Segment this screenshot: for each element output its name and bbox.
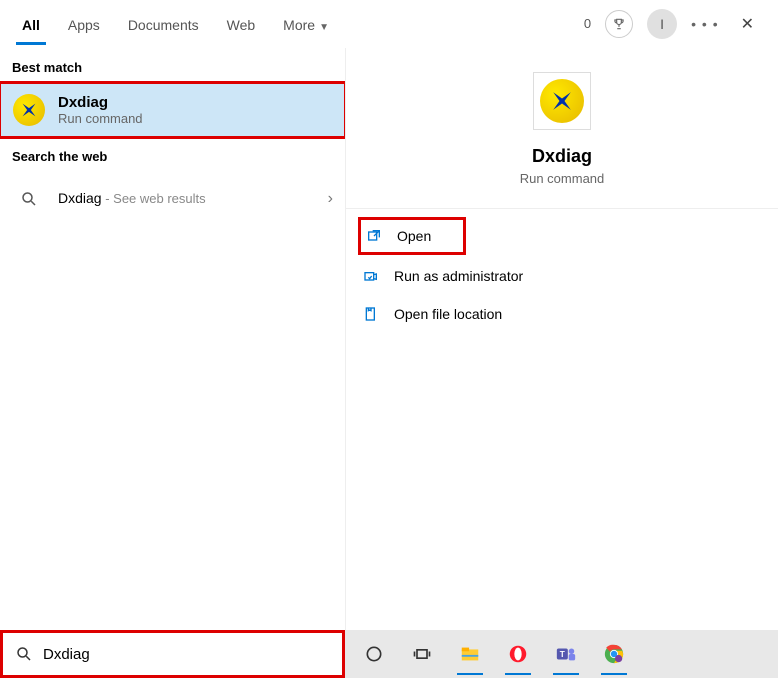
action-label: Run as administrator bbox=[394, 268, 523, 284]
tab-label: All bbox=[22, 17, 40, 33]
chevron-down-icon: ▼ bbox=[319, 22, 329, 33]
dxdiag-icon bbox=[12, 93, 46, 127]
action-open-location[interactable]: Open file location bbox=[346, 295, 778, 333]
opera-icon[interactable] bbox=[501, 637, 535, 671]
actions: Open Run as administrator Open file loca… bbox=[346, 215, 778, 333]
avatar-initial: I bbox=[660, 16, 664, 32]
chevron-right-icon: › bbox=[328, 190, 333, 208]
taskbar: T bbox=[345, 630, 778, 678]
teams-icon[interactable]: T bbox=[549, 637, 583, 671]
tab-more[interactable]: More ▼ bbox=[269, 5, 343, 43]
svg-text:T: T bbox=[560, 650, 565, 659]
preview-subtitle: Run command bbox=[520, 171, 605, 186]
tab-label: Apps bbox=[68, 17, 100, 33]
shield-icon bbox=[362, 267, 380, 285]
search-icon bbox=[12, 182, 46, 216]
tab-all[interactable]: All bbox=[8, 5, 54, 43]
web-result[interactable]: Dxdiag - See web results › bbox=[0, 172, 345, 226]
result-texts: Dxdiag Run command bbox=[58, 94, 143, 126]
search-input[interactable] bbox=[43, 646, 330, 663]
taskview-icon[interactable] bbox=[405, 637, 439, 671]
rewards-points: 0 bbox=[584, 16, 591, 31]
search-web-label: Search the web bbox=[0, 137, 345, 172]
tab-web[interactable]: Web bbox=[213, 5, 270, 43]
close-icon[interactable]: ✕ bbox=[733, 10, 762, 38]
web-result-title: Dxdiag - See web results bbox=[58, 190, 206, 206]
tab-apps[interactable]: Apps bbox=[54, 5, 114, 43]
tab-label: Documents bbox=[128, 17, 199, 33]
chrome-icon[interactable] bbox=[597, 637, 631, 671]
avatar[interactable]: I bbox=[647, 9, 677, 39]
dxdiag-icon bbox=[540, 79, 584, 123]
preview: Dxdiag Run command Open Run as administr… bbox=[346, 48, 778, 333]
header: All Apps Documents Web More ▼ 0 I • • • ✕ bbox=[0, 0, 778, 48]
search-box[interactable] bbox=[0, 630, 345, 678]
action-open[interactable]: Open bbox=[358, 217, 466, 255]
action-label: Open file location bbox=[394, 306, 502, 322]
explorer-icon[interactable] bbox=[453, 637, 487, 671]
open-icon bbox=[365, 227, 383, 245]
main: Best match Dxdiag Run command Search the… bbox=[0, 48, 778, 630]
bottom-bar: T bbox=[0, 630, 778, 678]
trophy-icon[interactable] bbox=[605, 10, 633, 38]
result-subtitle: Run command bbox=[58, 111, 143, 126]
web-result-term: Dxdiag bbox=[58, 190, 102, 206]
left-pane: Best match Dxdiag Run command Search the… bbox=[0, 48, 345, 630]
header-right: 0 I • • • ✕ bbox=[584, 9, 770, 39]
best-match-result[interactable]: Dxdiag Run command bbox=[0, 83, 345, 137]
tab-label: More bbox=[283, 17, 315, 33]
action-label: Open bbox=[397, 228, 431, 244]
preview-title: Dxdiag bbox=[532, 146, 592, 167]
cortana-icon[interactable] bbox=[357, 637, 391, 671]
action-run-admin[interactable]: Run as administrator bbox=[346, 257, 778, 295]
tabs: All Apps Documents Web More ▼ bbox=[8, 5, 343, 43]
tab-label: Web bbox=[227, 17, 256, 33]
preview-icon bbox=[533, 72, 591, 130]
ellipsis-icon[interactable]: • • • bbox=[691, 16, 718, 32]
folder-icon bbox=[362, 305, 380, 323]
result-texts: Dxdiag - See web results bbox=[58, 190, 206, 208]
best-match-label: Best match bbox=[0, 48, 345, 83]
right-pane: Dxdiag Run command Open Run as administr… bbox=[345, 48, 778, 630]
result-title: Dxdiag bbox=[58, 94, 143, 111]
web-result-suffix: - See web results bbox=[102, 191, 206, 206]
tab-documents[interactable]: Documents bbox=[114, 5, 213, 43]
search-icon bbox=[15, 645, 33, 663]
divider bbox=[346, 208, 778, 209]
